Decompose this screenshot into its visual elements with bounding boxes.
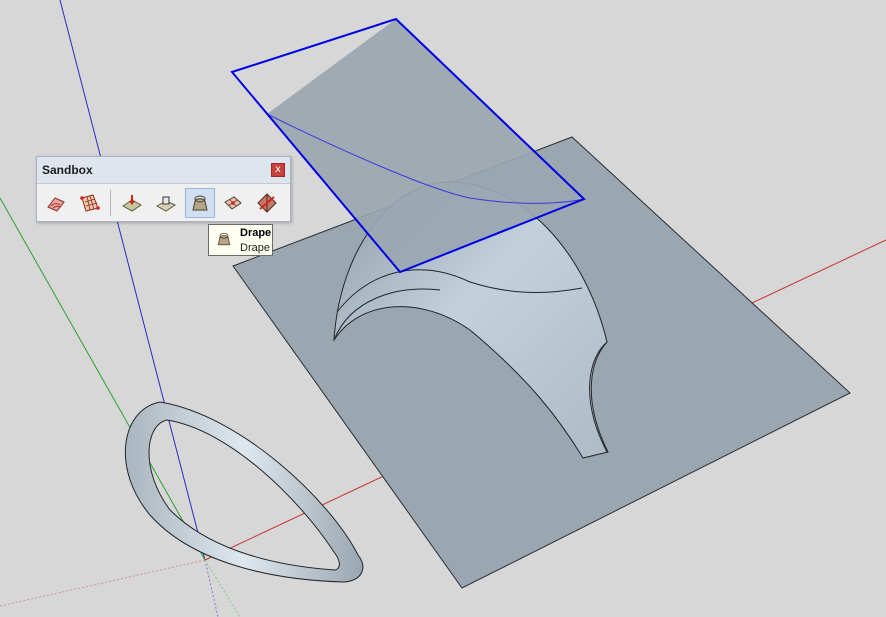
add-detail-tool[interactable]	[219, 188, 249, 218]
close-button[interactable]: x	[271, 163, 285, 177]
tooltip-title: Drape	[240, 227, 272, 239]
modeling-viewport[interactable]	[0, 0, 886, 617]
ring-shape[interactable]	[124, 401, 364, 583]
smoove-icon	[122, 195, 143, 212]
toolbar-separator	[110, 190, 112, 216]
sandbox-toolbar: Sandbox x	[36, 156, 291, 222]
toolbar-title: Sandbox	[42, 163, 93, 177]
stamp-tool[interactable]	[151, 188, 181, 218]
green-axis	[0, 197, 206, 561]
red-axis-dotted	[0, 559, 206, 607]
flip-edge-icon	[257, 193, 277, 213]
from-scratch-tool[interactable]	[75, 188, 105, 218]
from-contours-tool[interactable]	[41, 188, 71, 218]
flip-edge-tool[interactable]	[252, 188, 282, 218]
blue-axis-dotted	[204, 559, 219, 617]
green-axis-dotted	[204, 559, 241, 617]
drape-tool[interactable]	[184, 188, 215, 218]
drape-icon	[192, 195, 208, 211]
tool-tooltip: Drape Drape	[208, 224, 273, 256]
stamp-icon	[155, 196, 177, 212]
tooltip-description: Drape	[240, 242, 270, 254]
smoove-tool[interactable]	[117, 188, 147, 218]
add-detail-icon	[224, 196, 243, 210]
toolbar-title-bar[interactable]: Sandbox x	[37, 157, 290, 184]
from-contours-icon	[47, 197, 65, 212]
toolbar-tools	[37, 184, 290, 219]
drape-icon	[215, 230, 233, 253]
from-scratch-icon	[79, 194, 100, 212]
